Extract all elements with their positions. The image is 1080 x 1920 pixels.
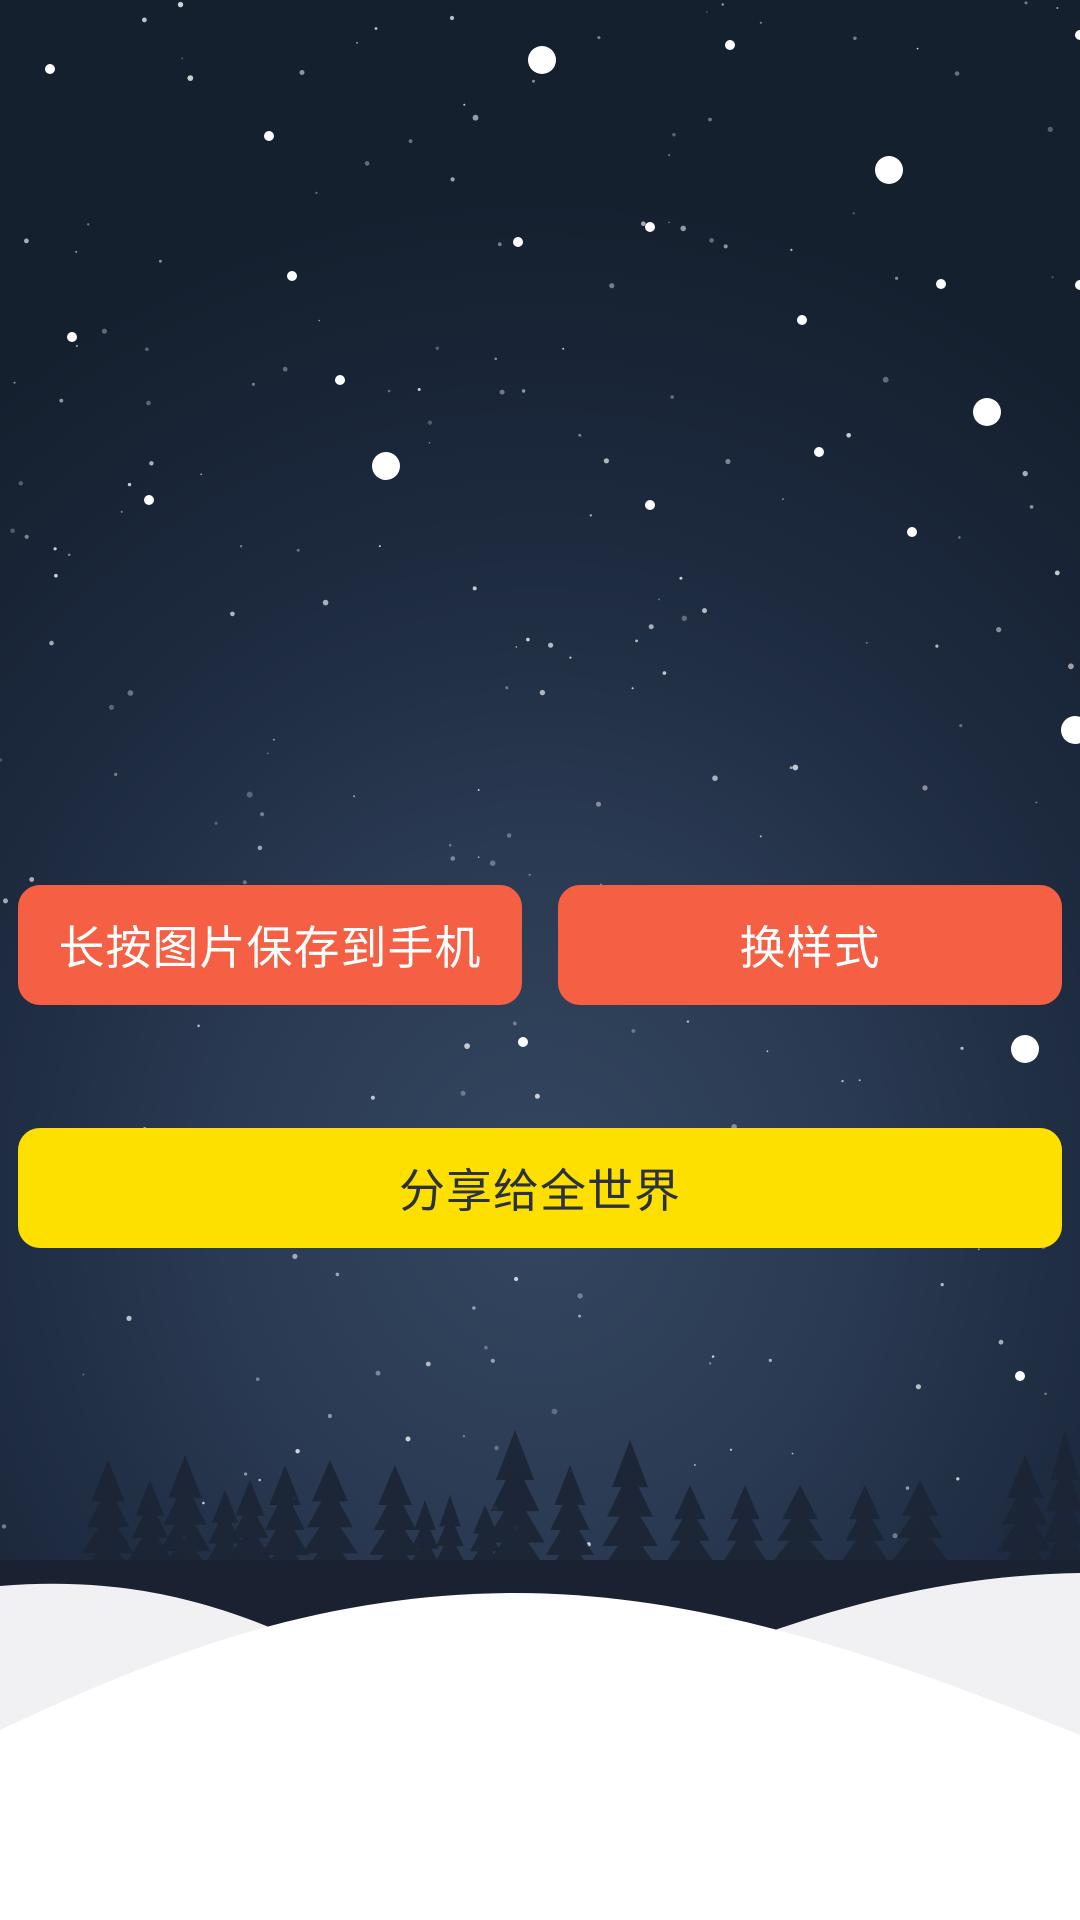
- winter-card-screen: 长按图片保存到手机 换样式 分享给全世界: [0, 0, 1080, 1920]
- share-to-world-button[interactable]: 分享给全世界: [18, 1128, 1062, 1248]
- save-to-phone-button[interactable]: 长按图片保存到手机: [18, 885, 522, 1005]
- change-style-button[interactable]: 换样式: [558, 885, 1062, 1005]
